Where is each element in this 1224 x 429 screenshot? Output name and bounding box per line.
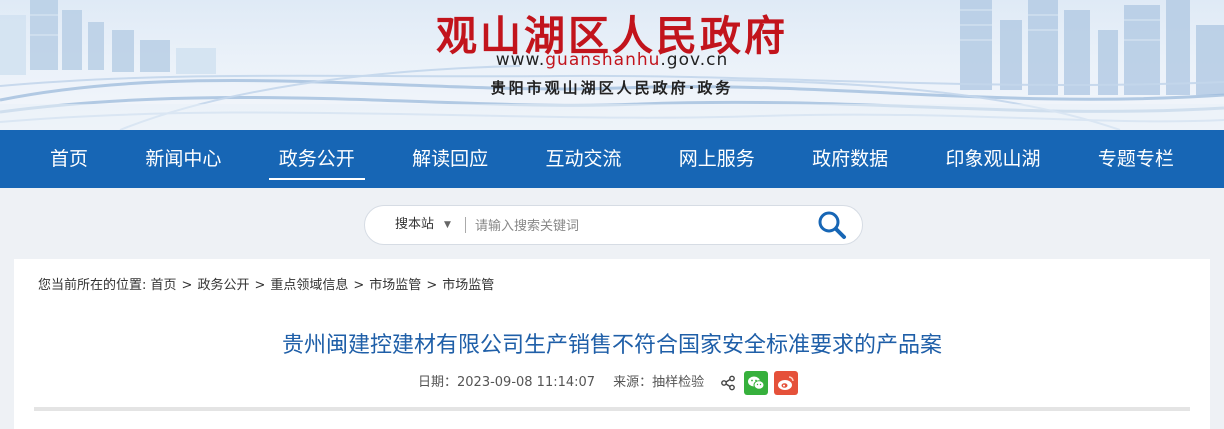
wechat-share-button[interactable] — [744, 371, 769, 395]
site-url-highlight: guanshanhu — [545, 50, 661, 70]
breadcrumb-separator: > — [254, 278, 266, 293]
nav-item-gov-affairs[interactable]: 政务公开 — [268, 130, 365, 188]
breadcrumb-prefix: 您当前所在的位置: — [38, 278, 147, 293]
breadcrumb-item-market-supervision[interactable]: 市场监管 — [369, 278, 421, 293]
search-bar: 搜本站 ▼ — [364, 205, 863, 245]
search-scope-label: 搜本站 — [395, 217, 435, 232]
article-date: 日期：2023-09-08 11:14:07 — [418, 375, 596, 390]
site-url-prefix: www. — [495, 50, 546, 70]
weibo-share-button[interactable] — [774, 371, 799, 395]
breadcrumb-item-gov-affairs[interactable]: 政务公开 — [197, 278, 249, 293]
breadcrumb-separator: > — [426, 278, 438, 293]
search-icon — [818, 211, 846, 239]
wechat-icon — [748, 376, 765, 390]
search-input[interactable] — [473, 214, 797, 238]
nav-item-home[interactable]: 首页 — [40, 130, 98, 188]
article-title: 贵州闽建控建材有限公司生产销售不符合国家安全标准要求的产品案 — [281, 333, 942, 358]
nav-item-special-topics[interactable]: 专题专栏 — [1088, 130, 1184, 188]
search-button[interactable] — [816, 209, 848, 241]
site-url: www.guanshanhu.gov.cn — [0, 50, 1224, 70]
article-meta: 日期：2023-09-08 11:14:07 来源：抽样检验 — [418, 371, 799, 395]
breadcrumb-item-market-supervision-current[interactable]: 市场监管 — [442, 278, 494, 293]
content-divider — [34, 407, 1190, 411]
nav-item-interaction[interactable]: 互动交流 — [535, 130, 631, 188]
search-divider — [465, 217, 466, 233]
search-scope-select[interactable]: 搜本站 ▼ — [395, 206, 451, 244]
weibo-icon — [778, 376, 794, 390]
nav-item-impression[interactable]: 印象观山湖 — [936, 130, 1051, 188]
article-source: 来源：抽样检验 — [613, 375, 705, 390]
nav-item-news[interactable]: 新闻中心 — [135, 130, 231, 188]
site-subtitle: 贵阳市观山湖区人民政府·政务 — [490, 79, 734, 97]
main-nav: 首页 新闻中心 政务公开 解读回应 互动交流 网上服务 政府数据 印象观山湖 专… — [0, 130, 1224, 188]
site-url-suffix: .gov.cn — [660, 50, 729, 70]
breadcrumb-item-key-areas[interactable]: 重点领域信息 — [270, 278, 348, 293]
caret-down-icon: ▼ — [444, 220, 451, 230]
site-banner: 观山湖区人民政府 www.guanshanhu.gov.cn 贵阳市观山湖区人民… — [0, 0, 1224, 130]
nav-item-gov-data[interactable]: 政府数据 — [802, 130, 898, 188]
breadcrumb-separator: > — [353, 278, 365, 293]
article-panel: 您当前所在的位置: 首页 > 政务公开 > 重点领域信息 > 市场监管 > 市场监管 贵州闽建控… — [14, 259, 1210, 429]
share-icon[interactable] — [720, 375, 736, 391]
breadcrumb: 您当前所在的位置: 首页 > 政务公开 > 重点领域信息 > 市场监管 > 市场监管 — [38, 274, 494, 293]
breadcrumb-separator: > — [181, 278, 193, 293]
nav-item-online-service[interactable]: 网上服务 — [669, 130, 765, 188]
breadcrumb-item-home[interactable]: 首页 — [151, 278, 177, 293]
nav-item-interpretation[interactable]: 解读回应 — [402, 130, 498, 188]
